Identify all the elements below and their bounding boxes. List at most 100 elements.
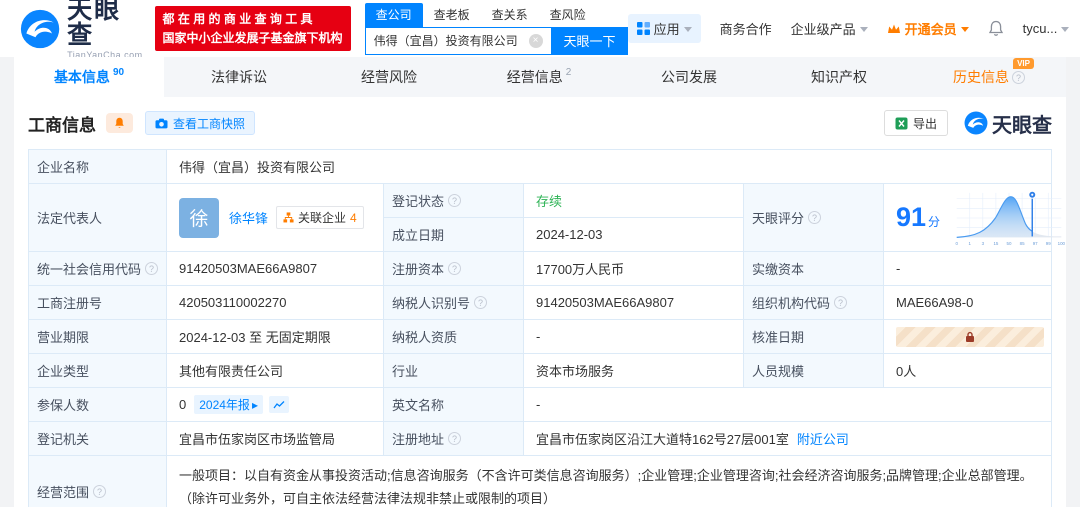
table-row-company-type: 企业类型 其他有限责任公司 行业 资本市场服务 人员规模 0人 — [29, 354, 1051, 388]
reg-address-label: 注册地址 — [392, 432, 445, 447]
score-distribution-chart: 0 1 3 15 50 85 97 99 100 — [956, 190, 1066, 246]
slogan-line1: 都 在 用 的 商 业 查 询 工 具 — [162, 11, 313, 26]
export-button[interactable]: 导出 — [883, 110, 948, 136]
tab-operating-info[interactable]: 经营信息 2 — [464, 57, 614, 97]
taxpayer-quality-label: 纳税人资质 — [384, 320, 524, 353]
staff-size-value: 0人 — [896, 364, 917, 379]
company-card: 基本信息 90 法律诉讼 经营风险 经营信息 2 公司发展 知识产权 VIP 历… — [14, 57, 1066, 507]
section-header: 工商信息 查看工商快照 导出 天眼查 — [14, 97, 1066, 149]
username: tycu... — [1022, 21, 1058, 36]
company-name-label: 企业名称 — [29, 150, 167, 183]
tab-ip-label: 知识产权 — [811, 69, 867, 85]
open-vip-label: 开通会员 — [904, 22, 957, 37]
line-chart-icon — [273, 400, 285, 408]
approval-date-label: 核准日期 — [744, 320, 884, 353]
table-row-reg-number: 工商注册号 420503110002270 纳税人识别号 ? 91420503M… — [29, 286, 1051, 320]
enterprise-products-menu[interactable]: 企业级产品 — [791, 19, 868, 38]
svg-text:15: 15 — [994, 241, 999, 246]
search-input-wrap: × — [364, 26, 552, 55]
search-tab-relation[interactable]: 查关系 — [481, 3, 539, 27]
svg-text:0: 0 — [956, 241, 959, 246]
subscribe-bell-button[interactable] — [106, 113, 133, 133]
paid-capital-value: - — [896, 261, 901, 276]
taxpayer-id-value: 91420503MAE66A9807 — [524, 286, 744, 319]
reg-authority-value: 宜昌市伍家岗区市场监管局 — [167, 422, 384, 455]
search-tab-risk[interactable]: 查风险 — [539, 3, 597, 27]
svg-text:3: 3 — [982, 241, 985, 246]
notification-bell-icon[interactable] — [988, 20, 1004, 37]
user-menu[interactable]: tycu... — [1023, 21, 1070, 36]
table-row-business-term: 营业期限 2024-12-03 至 无固定期限 纳税人资质 - 核准日期 — [29, 320, 1051, 354]
apps-menu[interactable]: 应用 — [627, 14, 701, 43]
tab-legal-label: 法律诉讼 — [211, 69, 267, 85]
staff-size-label: 人员规模 — [744, 354, 884, 387]
table-row-insured: 参保人数 0 2024年报 ▸ 英文名称 - — [29, 388, 1051, 422]
chevron-down-icon — [683, 27, 692, 32]
slogan-line2: 国家中小企业发展子基金旗下机构 — [162, 30, 343, 45]
help-icon[interactable]: ? — [448, 432, 462, 445]
table-row-establish-date: 成立日期 2024-12-03 — [384, 218, 744, 251]
tab-legal[interactable]: 法律诉讼 — [164, 57, 314, 97]
search-input[interactable] — [373, 33, 529, 48]
biz-cooperation-link[interactable]: 商务合作 — [720, 19, 772, 38]
help-icon[interactable]: ? — [834, 296, 848, 309]
annual-report-link[interactable]: 2024年报 ▸ — [194, 395, 263, 414]
svg-text:85: 85 — [1020, 241, 1025, 246]
tab-history[interactable]: VIP 历史信息 ? — [914, 57, 1064, 97]
tab-basic-info-label: 基本信息 — [53, 69, 110, 85]
tab-operating-info-count: 2 — [565, 66, 572, 78]
tab-ip[interactable]: 知识产权 — [764, 57, 914, 97]
legal-rep-cell: 徐 徐华锋 关联企业 4 — [167, 184, 384, 251]
open-vip-menu[interactable]: 开通会员 — [887, 19, 969, 38]
svg-text:99: 99 — [1046, 241, 1051, 246]
trend-chart-button[interactable] — [268, 396, 289, 413]
company-tabbar: 基本信息 90 法律诉讼 经营风险 经营信息 2 公司发展 知识产权 VIP 历… — [14, 57, 1066, 97]
export-button-label: 导出 — [912, 116, 937, 131]
legal-rep-name-link[interactable]: 徐华锋 — [229, 208, 268, 227]
chevron-right-icon: ▸ — [251, 397, 258, 412]
score-unit: 分 — [928, 215, 941, 229]
org-chart-icon — [283, 212, 294, 223]
tab-operating-info-label: 经营信息 — [506, 69, 563, 85]
svg-text:100: 100 — [1058, 241, 1066, 246]
tab-history-label: 历史信息 — [953, 69, 1009, 85]
related-companies-badge[interactable]: 关联企业 4 — [276, 206, 364, 229]
table-row-reg-status: 登记状态 ? 存续 — [384, 184, 744, 218]
search-tab-company[interactable]: 查公司 — [364, 2, 423, 27]
tianyancha-watermark-icon — [964, 111, 988, 135]
locked-value[interactable] — [896, 326, 1044, 347]
reg-address-value: 宜昌市伍家岗区沿江大道特162号27层001室 — [536, 432, 789, 447]
search-button[interactable]: 天眼一下 — [551, 26, 628, 55]
search-tab-boss[interactable]: 查老板 — [423, 3, 481, 27]
search-block: 查公司 查老板 查关系 查风险 × 天眼一下 — [364, 2, 628, 55]
help-icon[interactable]: ? — [448, 194, 462, 207]
business-info-table: 企业名称 伟得（宜昌）投资有限公司 法定代表人 徐 徐华锋 关联企业 4 登记状… — [28, 149, 1066, 507]
insured-label: 参保人数 — [29, 388, 167, 421]
help-icon[interactable]: ? — [448, 262, 462, 275]
brand-slogan: 都 在 用 的 商 业 查 询 工 具 国家中小企业发展子基金旗下机构 — [154, 5, 351, 52]
tab-basic-info[interactable]: 基本信息 90 — [14, 57, 164, 97]
credit-code-value: 91420503MAE66A9807 — [167, 252, 384, 285]
industry-value: 资本市场服务 — [524, 354, 744, 387]
help-icon[interactable]: ? — [808, 211, 822, 224]
tianyancha-logo[interactable]: 天眼查 TianYanCha.com — [20, 0, 145, 60]
watermark-label: 天眼查 — [992, 114, 1052, 137]
legal-rep-label: 法定代表人 — [29, 184, 167, 251]
help-icon[interactable]: ? — [474, 296, 488, 309]
tab-operating-risk[interactable]: 经营风险 — [314, 57, 464, 97]
company-type-value: 其他有限责任公司 — [167, 354, 384, 387]
org-code-value: MAE66A98-0 — [896, 295, 974, 310]
chevron-down-icon — [859, 27, 868, 32]
tab-development-label: 公司发展 — [661, 69, 717, 85]
tab-development[interactable]: 公司发展 — [614, 57, 764, 97]
snapshot-button[interactable]: 查看工商快照 — [145, 111, 256, 135]
related-companies-count: 4 — [350, 210, 357, 225]
clear-search-icon[interactable]: × — [528, 33, 543, 48]
establish-date-value: 2024-12-03 — [524, 218, 744, 251]
help-icon[interactable]: ? — [1012, 70, 1025, 84]
credit-code-label: 统一社会信用代码 — [37, 262, 142, 277]
legal-rep-avatar[interactable]: 徐 — [179, 197, 219, 238]
nearby-companies-link[interactable]: 附近公司 — [797, 429, 849, 448]
help-icon[interactable]: ? — [145, 262, 158, 275]
help-icon[interactable]: ? — [93, 484, 107, 498]
